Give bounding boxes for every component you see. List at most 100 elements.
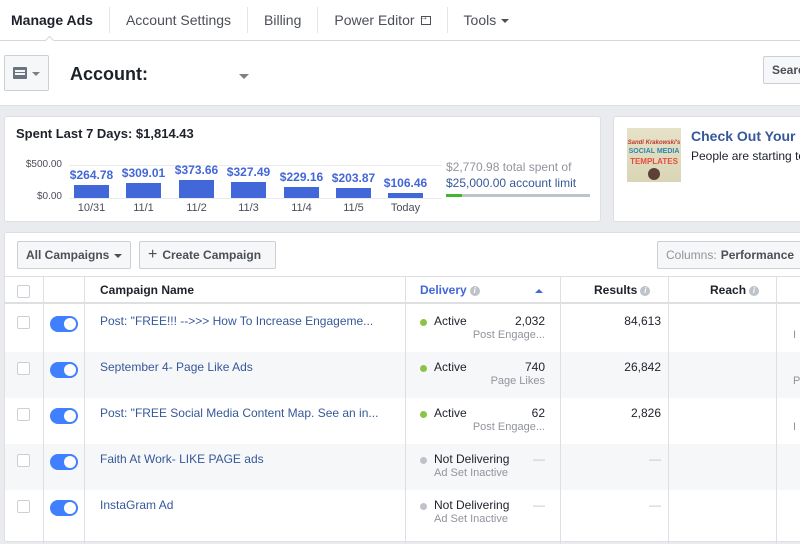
chart-bar[interactable] [388,193,423,198]
view-switcher-button[interactable] [4,55,49,91]
next-column-subtext: P [793,375,800,387]
header-delivery-label: Delivery [420,283,467,297]
column-divider [405,276,406,544]
nav-label: Manage Ads [11,12,93,28]
y-tick-max: $500.00 [25,159,62,170]
account-dropdown-icon[interactable] [239,74,249,79]
columns-dropdown[interactable]: Columns: Performance [657,241,800,269]
campaign-name-link[interactable]: September 4- Page Like Ads [100,360,253,374]
promo-image[interactable]: Sandi Krakowski's SOCIAL MEDIA TEMPLATES [627,128,681,182]
bar-value-label: $264.78 [69,168,114,182]
status-dot-icon [420,457,427,464]
account-label: Account: [70,64,148,84]
bar-value-label: $203.87 [331,171,376,185]
chevron-down-icon [32,72,40,76]
table-row[interactable]: September 4- Page Like Ads Active 740 Page … [5,352,800,398]
info-icon[interactable]: i [749,285,760,296]
results-value: — [533,498,545,512]
chart-bar[interactable] [284,187,319,198]
delivery-substatus: Ad Set Inactive [434,467,508,479]
next-column-subtext: I [793,421,797,433]
results-type: Post Engage... [472,329,545,341]
nav-manage-ads[interactable]: Manage Ads [0,7,110,33]
promo-text: People are starting to [691,149,800,163]
nav-billing[interactable]: Billing [248,7,319,33]
avatar [648,168,660,180]
reach-value: 2,826 [630,406,661,420]
nav-account-settings[interactable]: Account Settings [110,7,249,33]
nav-tools[interactable]: Tools [448,7,526,33]
table-row[interactable]: Post: "FREE Social Media Content Map. Se… [5,398,800,444]
account-limit-progress [446,194,590,197]
reach-value: 84,613 [624,314,661,328]
create-campaign-button[interactable]: + Create Campaign [139,241,276,269]
campaign-toggle[interactable] [50,454,78,470]
header-reach[interactable]: Reach i [710,283,760,297]
campaign-toggle[interactable] [50,408,78,424]
promo-card: Sandi Krakowski's SOCIAL MEDIA TEMPLATES… [613,116,800,222]
nav-label: Power Editor [334,12,415,28]
total-spent: $2,770.98 total spent of [446,160,572,174]
status-dot-icon [420,411,427,418]
chevron-down-icon [114,254,123,258]
chart-bar[interactable] [179,180,214,198]
sort-ascending-icon[interactable] [535,289,543,293]
account-limit-link[interactable]: $25,000.00 account limit [446,176,576,190]
account-limit-progress-fill [446,194,462,197]
row-checkbox[interactable] [17,408,30,421]
row-checkbox[interactable] [17,362,30,375]
x-tick-label: 11/5 [343,202,364,214]
columns-label: Columns: [666,248,717,262]
row-checkbox[interactable] [17,500,30,513]
header-reach-label: Reach [710,283,747,297]
campaign-toggle[interactable] [50,316,78,332]
results-value: 2,032 [514,314,545,328]
x-tick-label: 11/1 [133,202,154,214]
reach-value: — [649,452,661,466]
bar-value-label: $327.49 [226,165,271,179]
chart-bar[interactable] [231,182,266,198]
search-button[interactable]: Search [763,56,800,84]
campaign-name-link[interactable]: InstaGram Ad [100,498,173,512]
reach-value: 26,842 [624,360,661,374]
column-divider [776,276,777,544]
campaign-name-link[interactable]: Post: "FREE!!! -->>> How To Increase Eng… [100,314,373,328]
promo-title[interactable]: Check Out Your [691,128,796,144]
promo-image-text: SOCIAL MEDIA [628,148,680,155]
status-dot-icon [420,365,427,372]
chart-bar[interactable] [74,185,109,198]
columns-value: Performance [720,248,795,262]
select-all-checkbox[interactable] [17,285,30,298]
row-checkbox[interactable] [17,454,30,467]
row-checkbox[interactable] [17,316,30,329]
header-results[interactable]: Results i [594,283,651,297]
chart-bar[interactable] [336,188,371,198]
nav-power-editor[interactable]: Power Editor [318,7,448,33]
x-tick-label: 11/4 [291,202,312,214]
gridline-min [69,198,442,199]
header-campaign-name[interactable]: Campaign Name [100,283,194,297]
top-nav: Manage Ads Account Settings Billing Powe… [0,0,800,41]
status-dot-icon [420,503,427,510]
campaign-toggle[interactable] [50,500,78,516]
bar-value-label: $106.46 [383,176,428,190]
chart-bar[interactable] [126,183,161,198]
bar-value-label: $309.01 [121,166,166,180]
info-icon[interactable]: i [640,285,651,296]
campaign-name-link[interactable]: Faith At Work- LIKE PAGE ads [100,452,264,466]
column-divider [560,276,561,544]
all-campaigns-dropdown[interactable]: All Campaigns [17,241,131,269]
campaign-toggle[interactable] [50,362,78,378]
list-view-icon [13,67,27,79]
table-row[interactable]: InstaGram Ad Not Delivering Ad Set Inactiv… [5,490,800,536]
table-row[interactable]: Post: "FREE!!! -->>> How To Increase Eng… [5,306,800,352]
campaign-name-link[interactable]: Post: "FREE Social Media Content Map. Se… [100,406,378,420]
x-tick-label: 10/31 [77,202,106,214]
y-tick-min: $0.00 [36,191,62,202]
info-icon[interactable]: i [469,285,480,296]
nav-label: Account Settings [125,12,232,28]
results-value: — [533,452,545,466]
header-delivery[interactable]: Delivery i [420,283,480,297]
results-type: Post Engage... [472,421,545,433]
table-row[interactable]: Faith At Work- LIKE PAGE ads Not Deliveri… [5,444,800,490]
